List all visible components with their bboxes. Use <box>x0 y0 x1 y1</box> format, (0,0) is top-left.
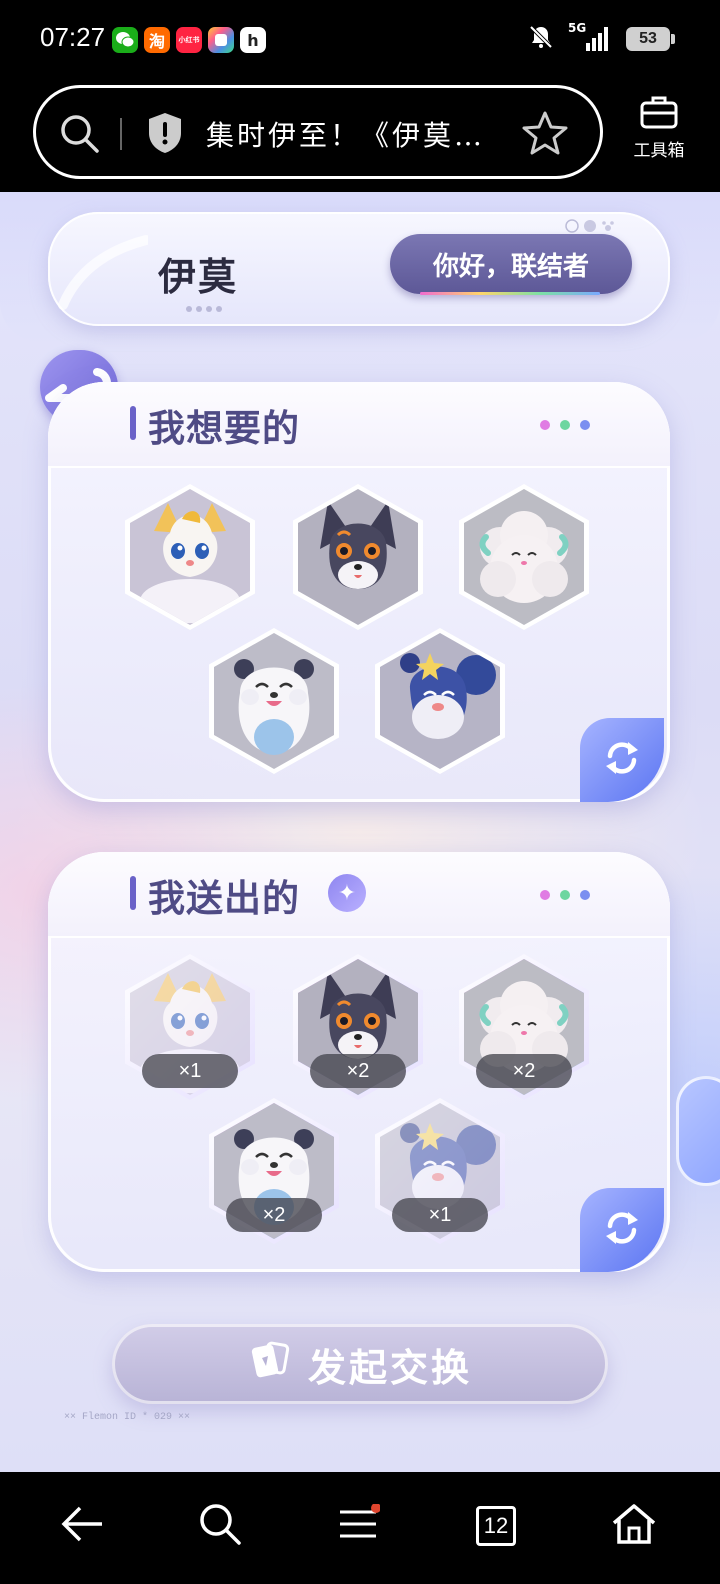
panel-dots <box>540 890 590 900</box>
title-accent-bar <box>130 406 136 440</box>
divider <box>120 118 122 150</box>
creature-dark-fox[interactable] <box>293 484 423 630</box>
start-exchange-button[interactable]: 发起交换 <box>112 1324 608 1404</box>
offered-panel-header: 我送出的 ✦ <box>48 852 670 938</box>
greeting-underline <box>420 292 600 295</box>
wanted-panel-title: 我想要的 <box>148 407 300 450</box>
wanted-panel: 我想要的 <box>48 382 670 802</box>
panel-dots <box>540 420 590 430</box>
search-icon <box>197 1501 243 1551</box>
h-app-icon: h <box>240 27 266 53</box>
gallery-icon <box>208 27 234 53</box>
count-badge: ×2 <box>310 1054 406 1088</box>
header-card: 伊莫 你好，联结者 <box>48 212 670 326</box>
security-shield-icon[interactable] <box>146 111 184 159</box>
creature-white-sheep[interactable] <box>459 484 589 630</box>
refresh-icon <box>602 1208 642 1252</box>
creature-blue-squirrel[interactable] <box>375 628 505 774</box>
status-time: 07:27 <box>40 22 106 52</box>
browser-toolbar: 集时伊至！《伊莫… 工具箱 <box>0 80 720 192</box>
page-content: 伊莫 你好，联结者 我想要的 我送出的 ✦ ×1 ×2 ×2 ×2 ×1 发起交… <box>0 192 720 1472</box>
toolbox-button[interactable]: 工具箱 <box>624 94 694 161</box>
count-badge: ×1 <box>142 1054 238 1088</box>
footer-meta: ×× Flemon ID * 029 ×× <box>64 1412 191 1423</box>
wanted-refresh-button[interactable] <box>580 718 664 802</box>
menu-icon <box>336 1503 381 1548</box>
address-bar[interactable]: 集时伊至！《伊莫… <box>33 85 603 179</box>
creature-orange-fox-image <box>130 489 250 625</box>
home-icon <box>611 1502 657 1550</box>
decor-swoosh <box>58 230 151 314</box>
page-title-text[interactable]: 集时伊至！《伊莫… <box>206 114 485 154</box>
nav-home-button[interactable] <box>604 1496 664 1556</box>
arrow-left-icon <box>58 1504 106 1548</box>
creature-white-bear[interactable] <box>209 628 339 774</box>
count-badge: ×1 <box>392 1198 488 1232</box>
status-bar: 07:27 淘 小红书 h 5G 53 <box>0 0 720 80</box>
creature-white-bear-image <box>214 633 334 769</box>
mute-bell-icon <box>528 24 554 54</box>
title-accent-bar <box>130 876 136 910</box>
browser-bottom-nav: 12 <box>0 1472 720 1584</box>
greeting-badge[interactable]: 你好，联结者 <box>390 234 632 294</box>
count-badge: ×2 <box>476 1054 572 1088</box>
nav-search-button[interactable] <box>190 1496 250 1556</box>
creature-blue-squirrel-image <box>380 633 500 769</box>
exchange-cards-icon <box>248 1338 292 1391</box>
side-floating-tab[interactable] <box>676 1076 720 1186</box>
offered-refresh-button[interactable] <box>580 1188 664 1272</box>
tab-count: 12 <box>476 1506 516 1546</box>
wechat-icon <box>112 27 138 53</box>
battery-indicator: 53 <box>626 27 675 51</box>
logo-dots <box>186 306 222 312</box>
taobao-icon: 淘 <box>144 27 170 53</box>
creature-dark-fox-image <box>298 489 418 625</box>
search-icon[interactable] <box>58 112 100 158</box>
refresh-icon <box>602 738 642 782</box>
toolbox-icon <box>624 94 694 136</box>
status-indicators: 5G 53 <box>528 21 675 54</box>
nav-menu-button[interactable] <box>328 1496 388 1556</box>
sparkle-icon[interactable]: ✦ <box>328 874 366 912</box>
bookmark-star-icon[interactable] <box>522 110 568 160</box>
app-logo: 伊莫 <box>158 255 239 299</box>
signal-icon: 5G <box>568 21 612 53</box>
start-exchange-label: 发起交换 <box>307 1345 472 1390</box>
creature-orange-fox[interactable] <box>125 484 255 630</box>
offered-panel-title: 我送出的 <box>148 877 300 920</box>
toolbox-label: 工具箱 <box>633 141 685 161</box>
offered-panel: 我送出的 ✦ ×1 ×2 ×2 ×2 ×1 <box>48 852 670 1272</box>
creature-white-sheep-image <box>464 489 584 625</box>
nav-back-button[interactable] <box>52 1496 112 1556</box>
wanted-panel-header: 我想要的 <box>48 382 670 468</box>
xiaohongshu-icon: 小红书 <box>176 27 202 53</box>
count-badge: ×2 <box>226 1198 322 1232</box>
nav-tabs-button[interactable]: 12 <box>466 1496 526 1556</box>
